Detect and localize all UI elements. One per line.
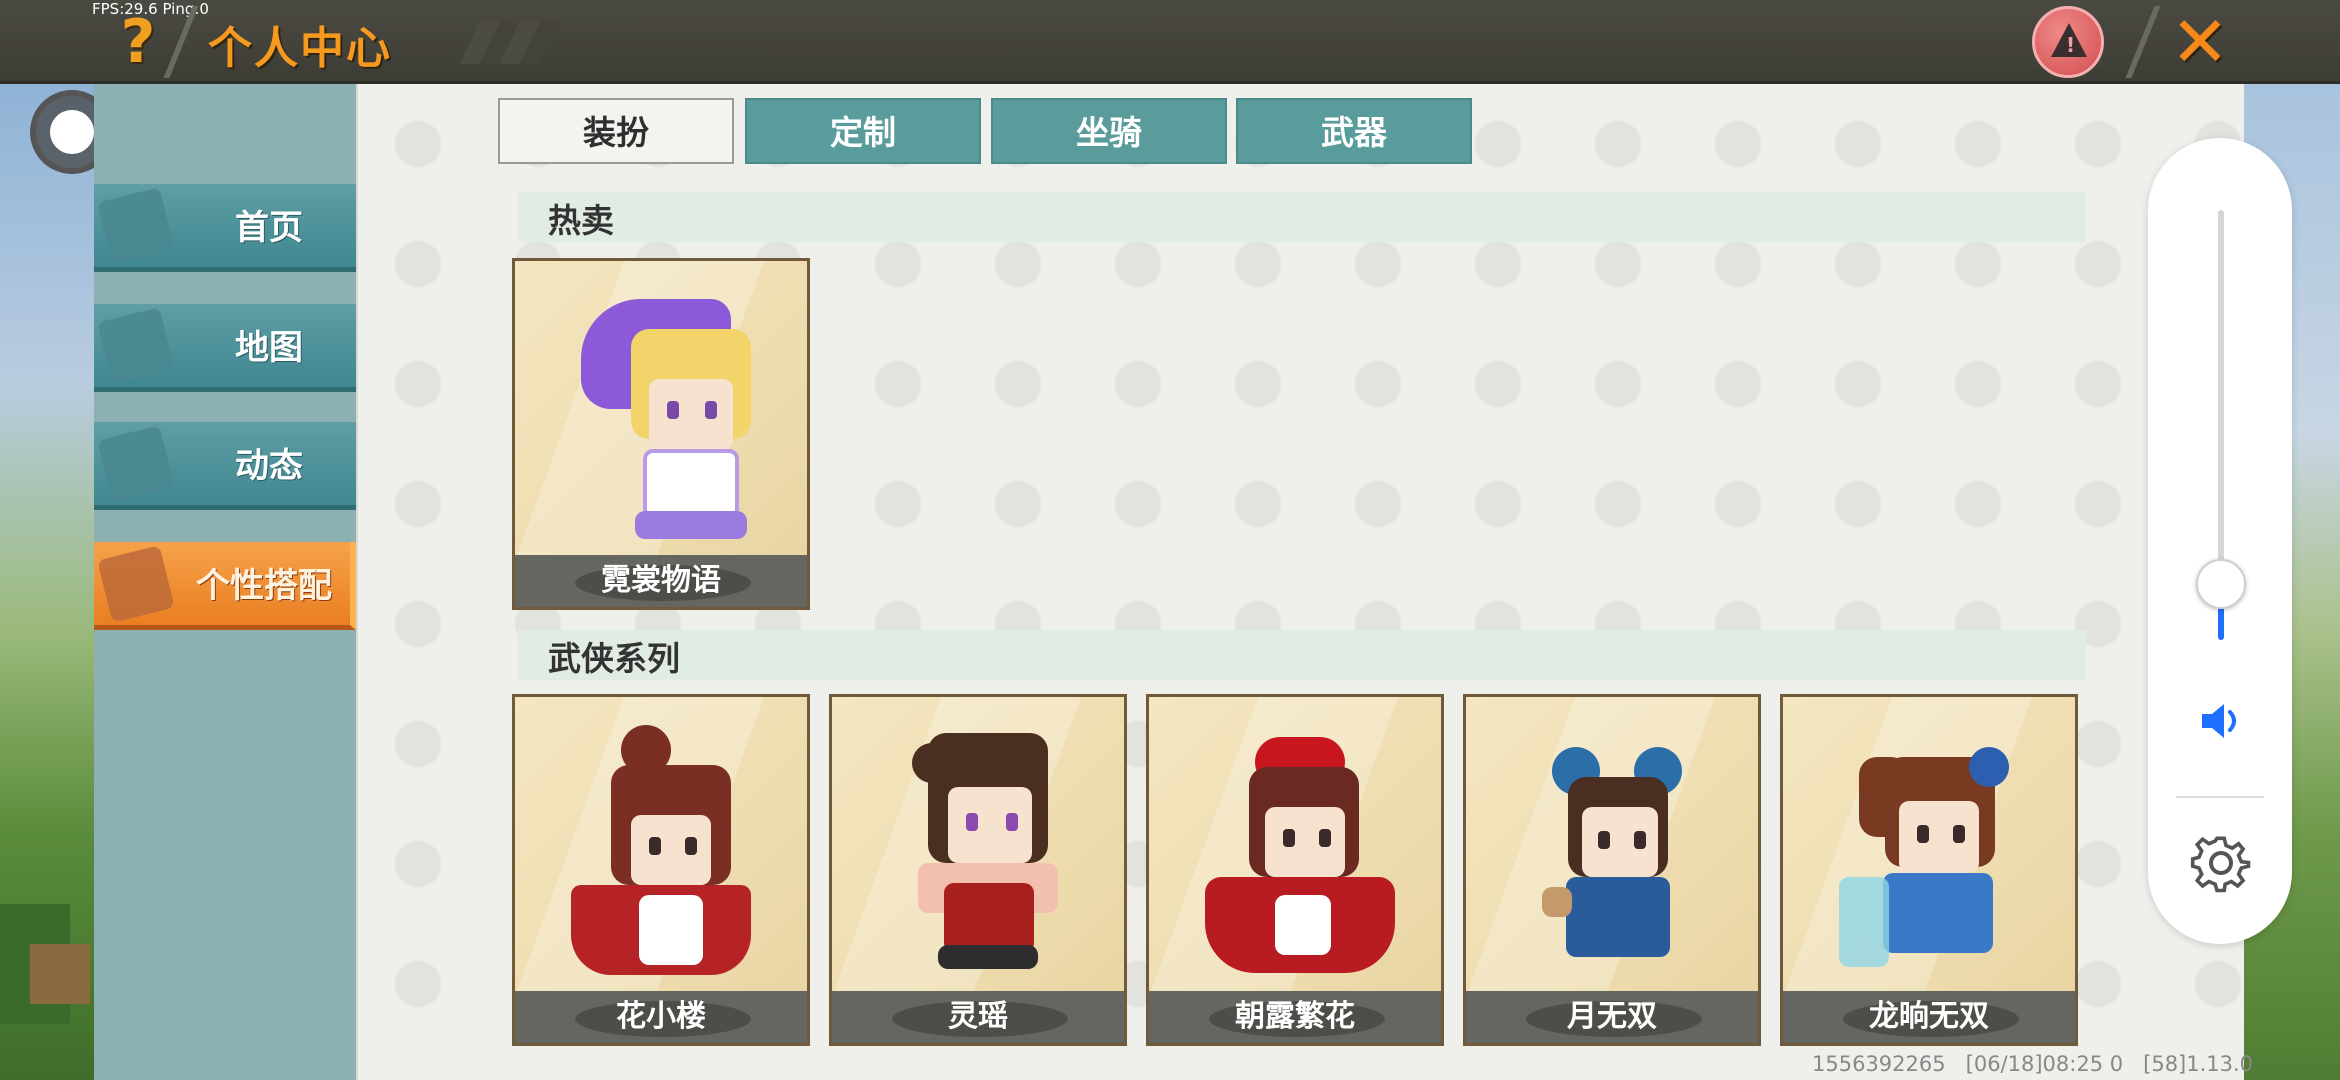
gear-icon[interactable]	[2190, 832, 2252, 894]
ping-value: Ping:0	[162, 0, 209, 18]
close-button[interactable]: ✕	[2168, 4, 2232, 80]
page-title: 个人中心	[208, 23, 392, 74]
character-image	[551, 289, 771, 539]
section-header-wuxia	[518, 630, 2086, 680]
volume-slider-thumb[interactable]	[2196, 559, 2246, 609]
dirt-block	[30, 944, 90, 1004]
outfit-icon	[97, 545, 175, 623]
outfit-card[interactable]: 月无双	[1463, 694, 1761, 1046]
sidebar-item-label: 动态	[235, 446, 303, 486]
sidebar: 首页 地图 动态 个性搭配	[94, 84, 356, 1080]
character-image	[1502, 737, 1722, 987]
top-bar: FPS:29.6 Ping:0 ? 个人中心 ! ✕	[0, 0, 2340, 84]
outfit-name: 灵瑶	[948, 999, 1008, 1034]
outfit-card[interactable]: 灵瑶	[829, 694, 1127, 1046]
sidebar-item-label: 个性搭配	[196, 566, 332, 606]
outfit-card[interactable]: 龙晌无双	[1780, 694, 2078, 1046]
game-background-left	[0, 84, 96, 1080]
build-info: 1556392265 [06/18]08:25 0 [58]1.13.0	[1812, 1052, 2253, 1076]
section-title: 武侠系列	[548, 639, 680, 678]
character-image	[1819, 737, 2039, 987]
divider	[2176, 796, 2264, 798]
character-image	[551, 725, 771, 985]
sidebar-item-home[interactable]: 首页	[94, 184, 356, 272]
tab-weapon[interactable]: 武器	[1236, 98, 1472, 164]
close-icon: ✕	[2170, 1, 2230, 83]
sidebar-item-label: 首页	[235, 208, 303, 248]
version: [58]1.13.0	[2143, 1052, 2254, 1076]
outfit-name: 月无双	[1567, 999, 1657, 1034]
question-icon: ?	[120, 7, 156, 77]
outfit-card[interactable]: 花小楼	[512, 694, 810, 1046]
outfit-card[interactable]: 霓裳物语	[512, 258, 810, 610]
tab-mount[interactable]: 坐骑	[991, 98, 1227, 164]
outfit-name: 霓裳物语	[601, 563, 721, 598]
tab-outfit[interactable]: 装扮	[498, 98, 734, 164]
section-title: 热卖	[548, 201, 614, 240]
divider	[2125, 6, 2161, 78]
timestamp: [06/18]08:25 0	[1965, 1052, 2124, 1076]
sidebar-item-activity[interactable]: 动态	[94, 422, 356, 510]
sidebar-item-outfit[interactable]: 个性搭配	[94, 542, 356, 630]
character-image	[868, 723, 1088, 983]
outfit-name: 朝露繁花	[1235, 999, 1355, 1034]
user-id: 1556392265	[1812, 1052, 1946, 1076]
header-decoration	[459, 20, 561, 64]
home-icon	[97, 187, 175, 265]
sidebar-item-label: 地图	[235, 328, 303, 368]
speaker-icon[interactable]	[2198, 698, 2244, 744]
outfit-card[interactable]: 朝露繁花	[1146, 694, 1444, 1046]
map-icon	[97, 307, 175, 385]
help-button[interactable]: ?	[112, 10, 164, 74]
outfit-name: 龙晌无双	[1869, 999, 1989, 1034]
system-control-panel	[2148, 138, 2292, 944]
outfit-name: 花小楼	[616, 999, 706, 1034]
character-image	[1185, 727, 1405, 987]
section-header-hot	[518, 192, 2086, 242]
sidebar-item-map[interactable]: 地图	[94, 304, 356, 392]
tab-custom[interactable]: 定制	[745, 98, 981, 164]
bell-icon	[97, 425, 175, 503]
report-button[interactable]: !	[2032, 6, 2104, 78]
